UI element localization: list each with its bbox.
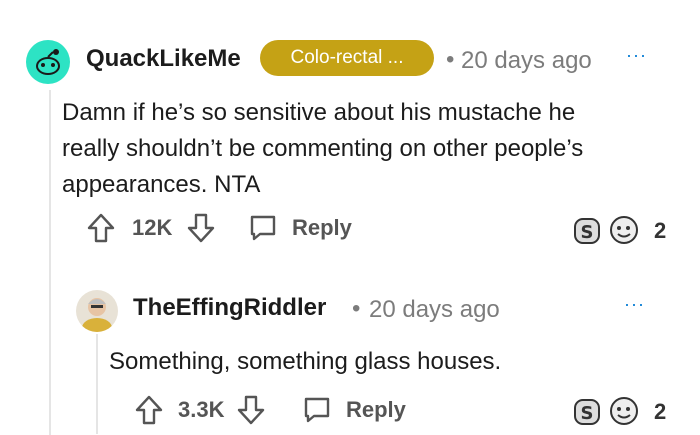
svg-text:S: S: [581, 403, 594, 424]
award-count: 2: [654, 399, 667, 424]
downvote-icon[interactable]: [186, 212, 216, 244]
reply-button[interactable]: Reply: [248, 214, 352, 242]
user-avatar[interactable]: [76, 290, 118, 332]
reply-icon: [302, 396, 332, 424]
reddit-avatar-icon[interactable]: [26, 40, 70, 84]
svg-text:S: S: [581, 222, 594, 243]
comment-body: Damn if he’s so sensitive about his must…: [62, 99, 584, 198]
thread-line[interactable]: [49, 90, 51, 435]
reply-label: Reply: [292, 215, 352, 240]
reply-thread-line[interactable]: [96, 334, 98, 434]
reply-timestamp[interactable]: 20 days ago: [369, 296, 500, 324]
comment-username[interactable]: QuackLikeMe: [86, 45, 241, 73]
user-flair: Colo-rectal ...: [260, 40, 434, 76]
reply-icon: [248, 214, 278, 242]
more-options-button[interactable]: ···: [624, 294, 645, 315]
wholesome-award-icon[interactable]: [608, 214, 640, 246]
reply-button[interactable]: Reply: [302, 396, 406, 424]
vote-bar: 3.3K: [134, 394, 266, 426]
more-options-button[interactable]: ···: [626, 45, 647, 66]
comment-timestamp[interactable]: 20 days ago: [461, 47, 592, 75]
reply-label: Reply: [346, 397, 406, 422]
award-count: 2: [654, 218, 667, 243]
vote-bar: 12K: [86, 212, 216, 244]
meta-separator: •: [352, 295, 361, 322]
reply-body: Something, something glass houses.: [109, 348, 502, 375]
downvote-icon[interactable]: [236, 394, 266, 426]
vote-count: 3.3K: [178, 397, 225, 422]
meta-separator: •: [446, 46, 455, 73]
upvote-icon[interactable]: [134, 394, 164, 426]
upvote-icon[interactable]: [86, 212, 116, 244]
silver-award-icon[interactable]: S: [572, 397, 602, 427]
silver-award-icon[interactable]: S: [572, 216, 602, 246]
wholesome-award-icon[interactable]: [608, 395, 640, 427]
vote-count: 12K: [132, 215, 173, 240]
reply-username[interactable]: TheEffingRiddler: [133, 294, 326, 322]
